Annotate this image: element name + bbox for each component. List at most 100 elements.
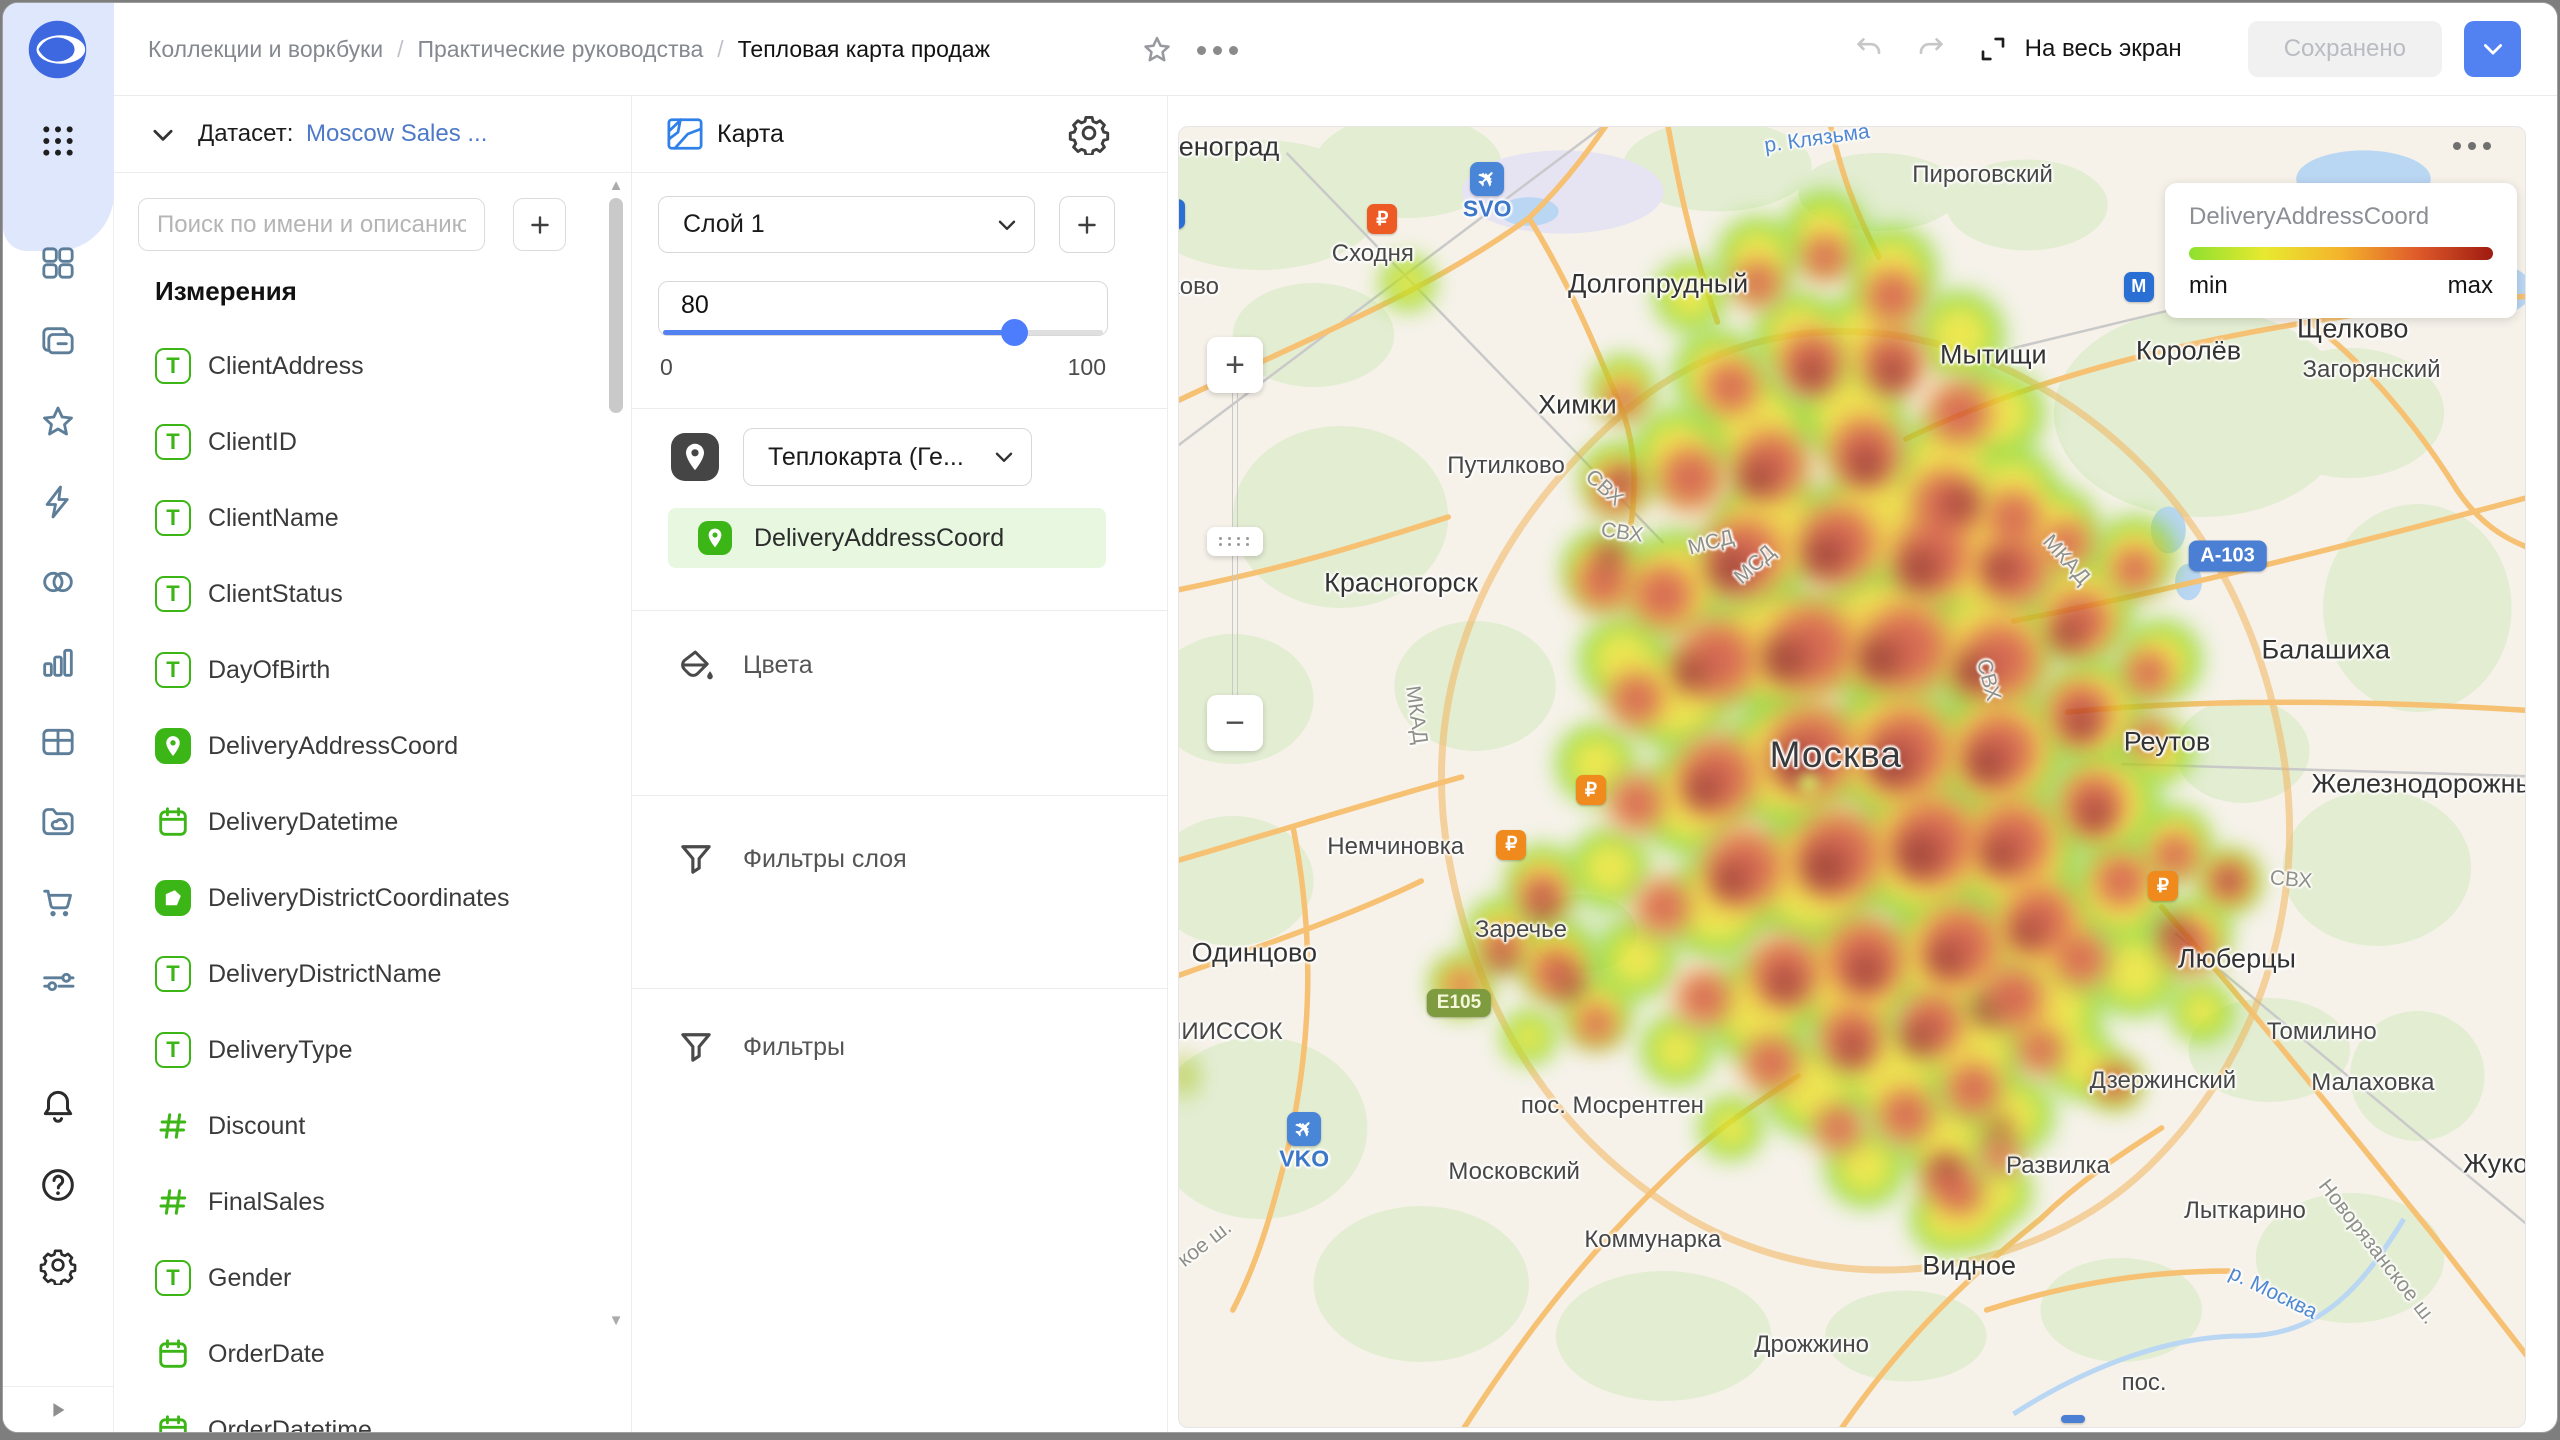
map-panel-header: Карта (632, 96, 1167, 173)
map-badge-metro: М (2124, 272, 2154, 302)
scroll-down-icon[interactable]: ▼ (605, 1312, 627, 1329)
sidebar-item-datasets-table[interactable] (35, 719, 81, 765)
field-name: DeliveryDatetime (208, 808, 398, 837)
breadcrumb-item[interactable]: Практические руководства (417, 36, 703, 63)
undo-icon[interactable] (1849, 29, 1889, 69)
sidebar-item-dashboard-grid[interactable] (35, 240, 81, 286)
map-badge-road-blue: А-103 (2188, 541, 2266, 572)
search-input[interactable] (138, 198, 485, 251)
scrollbar[interactable]: ▲ ▼ (605, 173, 627, 1333)
section-filters[interactable]: Фильтры (675, 1026, 845, 1068)
chevron-down-icon[interactable] (148, 120, 178, 150)
map-badge-plane: ✈ (1287, 1112, 1321, 1146)
legend-title: DeliveryAddressCoord (2189, 203, 2493, 231)
field-item[interactable]: TGender (114, 1240, 601, 1316)
sidebar-item-storage-folder[interactable] (35, 799, 81, 845)
sidebar-item-help[interactable] (35, 1162, 81, 1208)
legend-max: max (2448, 272, 2493, 300)
sidebar-item-settings-gear[interactable] (35, 1242, 81, 1288)
map-canvas[interactable]: ЗеленоградПироговскийр. КлязьмаSVOСходня… (1178, 126, 2526, 1428)
scroll-up-icon[interactable]: ▲ (605, 177, 627, 194)
field-item[interactable]: TDayOfBirth (114, 632, 601, 708)
geopoint-icon (698, 521, 732, 555)
more-actions-button[interactable] (1196, 29, 1238, 71)
map-label: Пироговский (1912, 161, 2053, 189)
add-layer-button[interactable] (1059, 196, 1115, 253)
dataset-header: Датасет: Moscow Sales ... (114, 96, 631, 173)
map-label: Видное (1922, 1250, 2016, 1281)
field-item[interactable]: OrderDate (114, 1316, 601, 1392)
zoom-in-button[interactable]: + (1207, 337, 1263, 393)
sidebar-item-services-sliders[interactable] (35, 959, 81, 1005)
save-dropdown-button[interactable] (2464, 21, 2521, 77)
heatmap-legend: DeliveryAddressCoord min max (2165, 183, 2517, 318)
map-more-button[interactable] (2447, 141, 2497, 151)
field-item[interactable]: TClientStatus (114, 556, 601, 632)
map-badge-ruble: ₽ (1496, 830, 1526, 860)
field-item[interactable]: DeliveryAddressCoord (114, 708, 601, 784)
slider-thumb[interactable] (1001, 319, 1028, 346)
map-label: Долгопрудный (1568, 269, 1748, 300)
legend-gradient-bar (2189, 247, 2493, 260)
sidebar-item-notifications-bell[interactable] (35, 1083, 81, 1129)
section-colors[interactable]: Цвета (675, 644, 813, 686)
field-item[interactable]: TDeliveryType (114, 1012, 601, 1088)
field-item[interactable]: TClientID (114, 404, 601, 480)
map-settings-panel: Карта Слой 1 80 0 100 Теплокарта (Ге... (632, 96, 1168, 1432)
sidebar-item-marketplace-cart[interactable] (35, 879, 81, 925)
section-label: Цвета (743, 651, 813, 680)
sidebar-item-favorites-star[interactable] (35, 399, 81, 445)
map-label: Красногорск (1324, 568, 1478, 599)
map-label: Московский (1448, 1158, 1580, 1186)
slider-track[interactable] (663, 330, 1103, 335)
sidebar-item-connections[interactable] (35, 559, 81, 605)
breadcrumb-item[interactable]: Коллекции и воркбуки (148, 36, 383, 63)
field-item[interactable]: TDeliveryDistrictName (114, 936, 601, 1012)
paint-bucket-icon (675, 644, 717, 686)
map-label: Развилка (2006, 1152, 2110, 1180)
add-field-button[interactable] (513, 198, 566, 251)
section-layer-filters[interactable]: Фильтры слоя (675, 838, 907, 880)
favorite-star-icon[interactable] (1136, 29, 1178, 71)
field-item[interactable]: DeliveryDatetime (114, 784, 601, 860)
breadcrumb-item[interactable]: Тепловая карта продаж (738, 36, 990, 63)
map-label: Химки (1538, 390, 1617, 421)
topbar: Коллекции и воркбуки/Практические руково… (114, 3, 2557, 96)
zoom-slider-handle[interactable] (1207, 527, 1263, 556)
field-item[interactable]: FinalSales (114, 1164, 601, 1240)
map-label: Путилково (1447, 452, 1565, 480)
sidebar-item-collections[interactable] (35, 319, 81, 365)
map-label: Москва (1770, 734, 1902, 776)
saved-button[interactable]: Сохранено (2248, 21, 2442, 77)
gear-icon[interactable] (1066, 111, 1112, 157)
dataset-name-link[interactable]: Moscow Sales ... (306, 96, 487, 172)
field-item[interactable]: DeliveryDistrictCoordinates (114, 860, 601, 936)
dimensions-title: Измерения (155, 276, 297, 307)
geotype-select[interactable]: Теплокарта (Ге... (743, 428, 1032, 486)
map-label: Мытищи (1940, 339, 2047, 370)
zoom-out-button[interactable]: − (1207, 695, 1263, 751)
field-item[interactable]: OrderDatetime (114, 1392, 601, 1432)
sidebar-item-bolt[interactable] (35, 479, 81, 525)
map-label: Дзержинский (2090, 1067, 2237, 1095)
sidebar-item-apps-grid[interactable] (35, 118, 81, 164)
map-label: Лыткарино (2184, 1197, 2306, 1225)
map-label: Балашиха (2262, 634, 2390, 665)
field-item[interactable]: TClientAddress (114, 328, 601, 404)
section-label: Фильтры слоя (743, 845, 907, 874)
geofield-chip[interactable]: DeliveryAddressCoord (668, 508, 1106, 568)
legend-min: min (2189, 272, 2228, 300)
sidebar-item-charts[interactable] (35, 639, 81, 685)
map-label: СВХ (1599, 518, 1644, 548)
field-item[interactable]: TClientName (114, 480, 601, 556)
fullscreen-button[interactable]: На весь экран (1973, 29, 2182, 69)
field-item[interactable]: Discount (114, 1088, 601, 1164)
map-badge-ruble: ₽ (1576, 775, 1606, 805)
datalens-logo[interactable] (24, 16, 91, 83)
map-label: Немчиновка (1327, 833, 1464, 861)
redo-icon[interactable] (1911, 29, 1951, 69)
scrollbar-thumb[interactable] (609, 198, 623, 413)
layer-select[interactable]: Слой 1 (658, 196, 1035, 253)
opacity-slider[interactable]: 80 (658, 281, 1108, 336)
rail-expand-button[interactable] (3, 1386, 113, 1432)
